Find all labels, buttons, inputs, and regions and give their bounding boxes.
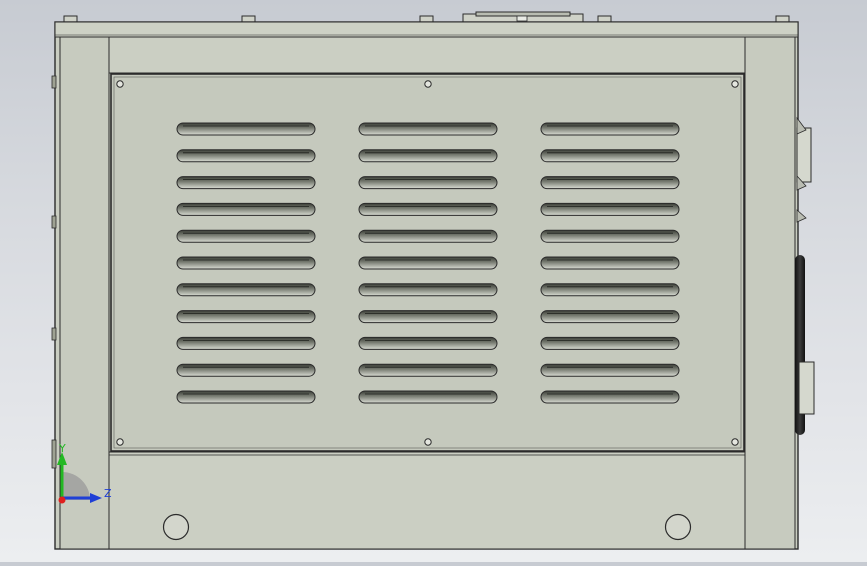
louver-slot <box>176 336 316 350</box>
louver-slot <box>176 122 316 136</box>
louver-slot <box>540 122 680 136</box>
louver-slot <box>358 336 498 350</box>
louver-slot <box>176 390 316 404</box>
louver-slot <box>540 363 680 377</box>
cable-gland-hole-right <box>664 513 692 541</box>
louver-slot <box>358 390 498 404</box>
screw-icon <box>116 438 124 446</box>
screw-icon <box>731 438 739 446</box>
louver-slot <box>358 283 498 297</box>
top-fasteners <box>63 11 790 23</box>
louver-slot <box>358 363 498 377</box>
screw-icon <box>424 438 432 446</box>
louver-slot <box>540 256 680 270</box>
louver-slot <box>176 363 316 377</box>
cable-gland-hole-left <box>162 513 190 541</box>
louver-slot <box>358 229 498 243</box>
screw-icon <box>116 80 124 88</box>
louver-slot <box>358 176 498 190</box>
louver-slot <box>176 176 316 190</box>
right-side-components <box>795 116 815 435</box>
screw-icon <box>731 80 739 88</box>
louver-slot <box>176 229 316 243</box>
louver-slot <box>358 310 498 324</box>
louver-slot <box>176 202 316 216</box>
louver-slot <box>540 310 680 324</box>
louver-slot <box>176 310 316 324</box>
louver-slot <box>540 149 680 163</box>
y-axis-label: Y <box>58 442 66 455</box>
louver-slot <box>358 202 498 216</box>
louver-slot <box>176 256 316 270</box>
louver-slot <box>358 122 498 136</box>
louver-slot <box>540 283 680 297</box>
screw-icon <box>424 80 432 88</box>
louver-slot <box>540 176 680 190</box>
louver-slot <box>540 336 680 350</box>
louver-slot <box>176 283 316 297</box>
louver-slot <box>358 149 498 163</box>
louver-slot <box>540 390 680 404</box>
louver-slot <box>176 149 316 163</box>
louver-slot <box>540 229 680 243</box>
x-axis-icon <box>58 496 66 504</box>
model-view[interactable]: Y Z <box>0 0 867 562</box>
cad-viewport[interactable]: Y Z <box>0 0 867 562</box>
louver-panel[interactable] <box>110 73 745 452</box>
louver-slot <box>358 256 498 270</box>
louver-slot <box>540 202 680 216</box>
z-axis-label: Z <box>104 487 112 500</box>
